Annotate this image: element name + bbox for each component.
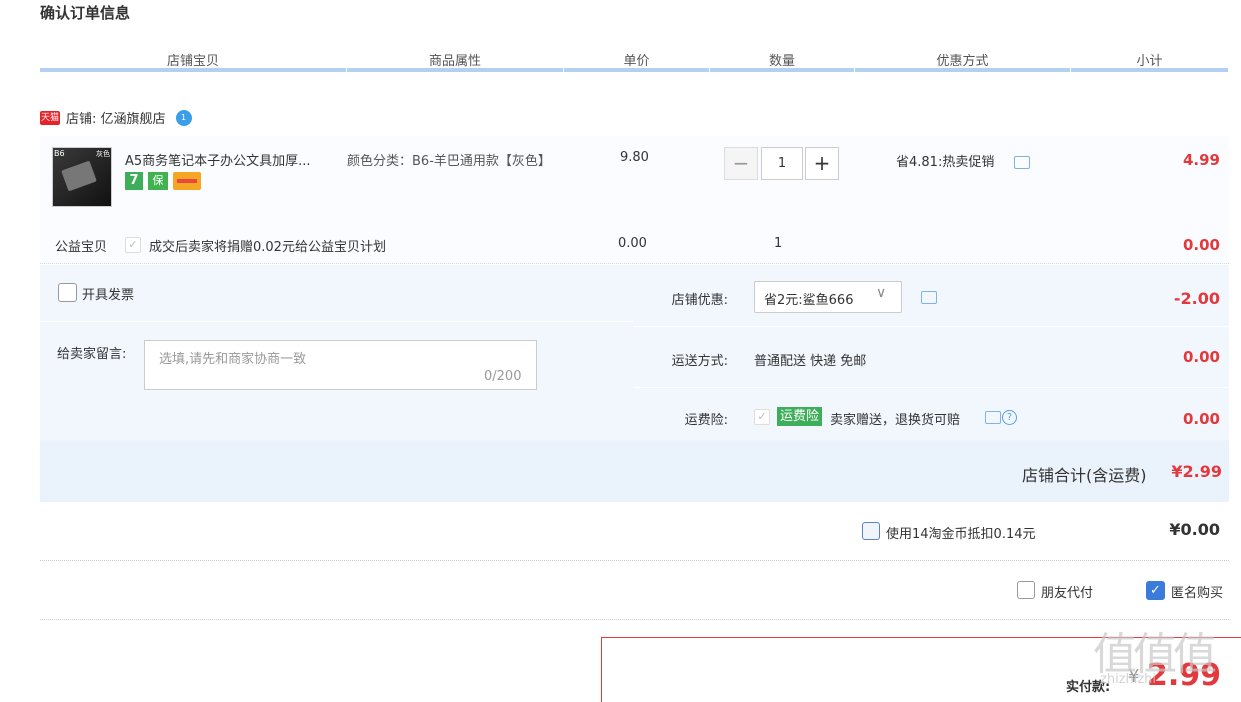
product-attribute: 颜色分类：B6-羊巴通用款【灰色】 bbox=[347, 154, 551, 169]
message-placeholder: 选填,请先和商家协商一致 bbox=[159, 352, 307, 367]
charity-subtotal: 0.00 bbox=[1182, 236, 1220, 254]
unit-price: 9.80 bbox=[620, 150, 649, 165]
column-header-qty: 数量 bbox=[768, 54, 795, 69]
shop-total-label: 店铺合计(含运费) bbox=[1022, 466, 1147, 485]
header-bar-segment bbox=[347, 68, 563, 72]
page-title: 确认订单信息 bbox=[40, 4, 131, 22]
column-header-discount: 优惠方式 bbox=[936, 54, 989, 69]
chevron-down-icon: ∨ bbox=[876, 285, 887, 301]
credit-card-icon[interactable] bbox=[173, 172, 201, 190]
charity-price: 0.00 bbox=[618, 236, 647, 251]
chat-bubble-icon[interactable] bbox=[1014, 156, 1030, 169]
friend-pay-label[interactable]: 朋友代付 bbox=[1041, 582, 1093, 601]
charity-text: 成交后卖家将捐赠0.02元给公益宝贝计划 bbox=[149, 240, 386, 255]
shipping-method: 普通配送 快递 免邮 bbox=[754, 354, 867, 369]
thumbnail-tag: B6 bbox=[54, 149, 65, 158]
shop-discount-label: 店铺优惠: bbox=[671, 293, 728, 308]
shop-line: 天猫 店铺: 亿涵旗舰店 1 bbox=[40, 108, 192, 127]
column-header-subtotal: 小计 bbox=[1136, 54, 1163, 69]
header-bar-segment bbox=[710, 68, 854, 72]
insurance-checkbox: ✓ bbox=[754, 409, 770, 425]
header-bar-segment bbox=[564, 68, 709, 72]
divider bbox=[40, 560, 1229, 561]
shop-total-value: ¥2.99 bbox=[1171, 462, 1222, 481]
chat-bubble-icon[interactable] bbox=[921, 291, 937, 304]
insurance-badge: 运费险 bbox=[777, 407, 823, 426]
charity-label: 公益宝贝 bbox=[55, 240, 108, 255]
insurance-value: 0.00 bbox=[1182, 410, 1220, 428]
shop-name[interactable]: 店铺: 亿涵旗舰店 bbox=[66, 108, 166, 127]
thumbnail-tag: 灰色 bbox=[96, 150, 110, 158]
message-label: 给卖家留言: bbox=[57, 347, 127, 362]
seven-day-return-icon[interactable]: 7 bbox=[125, 172, 143, 190]
shipping-value: 0.00 bbox=[1182, 348, 1220, 366]
column-header-item: 店铺宝贝 bbox=[166, 54, 219, 69]
divider bbox=[633, 387, 1229, 388]
tmall-icon: 天猫 bbox=[40, 110, 60, 125]
guarantee-icon[interactable]: 保 bbox=[148, 172, 168, 190]
taobao-coin-value: ¥0.00 bbox=[1169, 520, 1220, 539]
qty-decrease-button[interactable]: − bbox=[724, 147, 758, 180]
header-bar-segment bbox=[1071, 68, 1228, 72]
shipping-label: 运送方式: bbox=[671, 354, 728, 369]
divider bbox=[40, 321, 633, 322]
item-subtotal: 4.99 bbox=[1182, 151, 1220, 169]
qty-input[interactable]: 1 bbox=[761, 147, 803, 180]
help-icon[interactable]: ? bbox=[1002, 410, 1017, 425]
charity-qty: 1 bbox=[774, 236, 783, 251]
chat-bubble-icon[interactable] bbox=[985, 411, 1001, 424]
charity-checkbox: ✓ bbox=[125, 237, 141, 253]
column-header-price: 单价 bbox=[623, 54, 650, 69]
invoice-label[interactable]: 开具发票 bbox=[82, 284, 134, 303]
anonymous-checkbox[interactable]: ✓ bbox=[1146, 581, 1165, 600]
friend-pay-checkbox[interactable] bbox=[1017, 581, 1035, 599]
header-bar-segment bbox=[855, 68, 1070, 72]
shop-discount-value: -2.00 bbox=[1173, 289, 1220, 308]
message-char-count: 0/200 bbox=[484, 369, 522, 384]
promotion-text: 省4.81:热卖促销 bbox=[896, 155, 995, 170]
taobao-coin-checkbox[interactable] bbox=[862, 522, 880, 540]
wangwang-chat-icon[interactable]: 1 bbox=[175, 109, 192, 126]
column-header-attr: 商品属性 bbox=[428, 54, 481, 69]
divider bbox=[40, 619, 1229, 620]
divider bbox=[633, 326, 1229, 327]
taobao-coin-text[interactable]: 使用14淘金币抵扣0.14元 bbox=[886, 523, 1036, 542]
insurance-text: 卖家赠送，退换货可赔 bbox=[830, 413, 961, 428]
anonymous-label[interactable]: 匿名购买 bbox=[1171, 582, 1223, 601]
invoice-checkbox[interactable] bbox=[58, 283, 77, 302]
shop-coupon-selected: 省2元:鲨鱼666 bbox=[764, 293, 854, 308]
insurance-label: 运费险: bbox=[684, 413, 728, 428]
product-name-link[interactable]: A5商务笔记本子办公文具加厚... bbox=[125, 150, 335, 169]
watermark-text: zhizhizhi bbox=[1100, 672, 1157, 687]
header-bar-segment bbox=[40, 68, 346, 72]
qty-increase-button[interactable]: + bbox=[805, 147, 839, 180]
